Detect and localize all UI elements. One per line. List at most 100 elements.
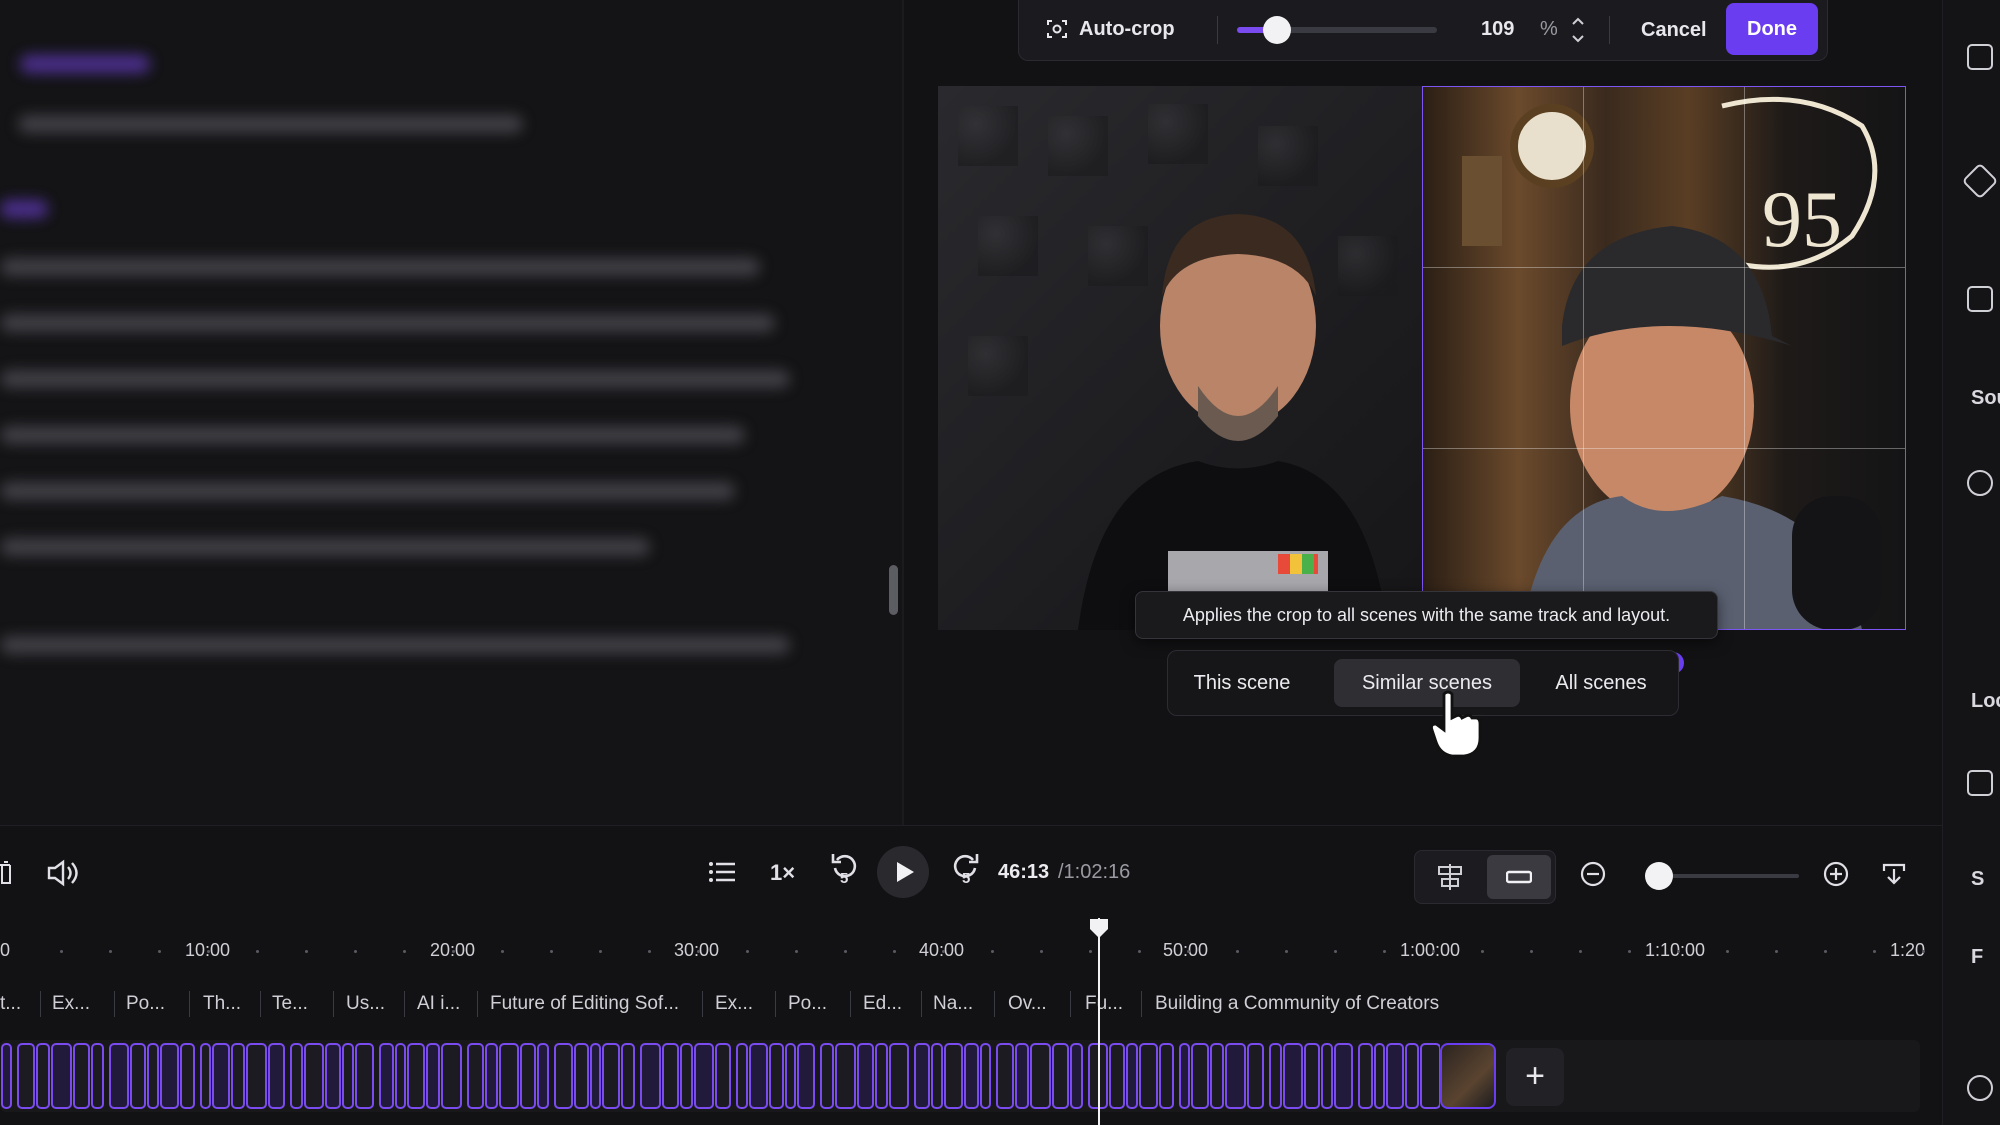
waveform-segment: [537, 1043, 549, 1109]
hand-cursor-icon: [1430, 690, 1482, 758]
waveform-segment: [1283, 1043, 1303, 1109]
ruler-dot: [991, 950, 994, 953]
waveform-segment: [715, 1043, 731, 1109]
left-camera-feed: [938, 86, 1422, 630]
chapter-label[interactable]: Future of Editing Sof...: [490, 993, 679, 1015]
waveform-segment: [379, 1043, 394, 1109]
ruler-dot: [795, 950, 798, 953]
waveform-segment: [231, 1043, 245, 1109]
ruler-dot: [403, 950, 406, 953]
playback-controls: 1× 5 5 46:13 /1:02:16: [0, 825, 1942, 921]
waveform-segment: [1179, 1043, 1190, 1109]
waveform-segment: [1321, 1043, 1333, 1109]
all-scenes-button[interactable]: All scenes: [1536, 659, 1666, 707]
timeline-zoom-slider[interactable]: [1645, 862, 1799, 890]
slider-knob[interactable]: [1263, 16, 1291, 44]
video-preview[interactable]: 95: [938, 86, 1906, 630]
toolbar-separator: [1217, 16, 1218, 44]
ruler-dot: [1922, 950, 1925, 953]
speed-button[interactable]: 1×: [770, 860, 795, 886]
waveform-segment: [996, 1043, 1014, 1109]
waveform-segment: [304, 1043, 324, 1109]
waveform-segment: [769, 1043, 784, 1109]
waveform-segment: [1420, 1043, 1440, 1109]
timeline-track[interactable]: +: [0, 1040, 1920, 1112]
chapter-label[interactable]: Us...: [346, 993, 385, 1015]
play-button[interactable]: [877, 846, 929, 898]
font-label: F: [1971, 946, 1984, 968]
zoom-in-icon[interactable]: [1823, 861, 1849, 887]
waveform-segment: [91, 1043, 104, 1109]
list-icon[interactable]: [709, 860, 735, 884]
cancel-button[interactable]: Cancel: [1627, 8, 1721, 52]
waveform-segment: [290, 1043, 303, 1109]
waveform-segment: [130, 1043, 146, 1109]
download-icon[interactable]: [1880, 861, 1908, 887]
resize-handle[interactable]: [889, 565, 898, 615]
chapter-label[interactable]: Te...: [272, 993, 308, 1015]
trash-icon[interactable]: [0, 860, 14, 886]
timeline-ruler[interactable]: 0 10:00 20:00 30:00 40:00 50:00 1:00:00 …: [0, 920, 1942, 985]
chapter-label[interactable]: Ex...: [715, 993, 753, 1015]
ruler-dot: [1383, 950, 1386, 953]
caption-icon[interactable]: [1967, 286, 1993, 312]
view-option-active[interactable]: [1487, 855, 1551, 899]
circle-icon[interactable]: [1967, 1075, 1993, 1101]
zoom-value[interactable]: 109: [1481, 18, 1514, 41]
align-icon[interactable]: [1437, 864, 1463, 890]
volume-icon[interactable]: [46, 859, 78, 887]
playhead-handle[interactable]: [1088, 917, 1110, 939]
waveform-segment: [875, 1043, 888, 1109]
chapter-label[interactable]: Po...: [788, 993, 827, 1015]
waveform-segment: [1386, 1043, 1404, 1109]
cut-icon[interactable]: [1967, 588, 1989, 610]
audio-waveform[interactable]: [0, 1040, 1440, 1112]
clip-thumbnail[interactable]: [1440, 1043, 1496, 1109]
chapter-label[interactable]: Ex...: [52, 993, 90, 1015]
waveform-segment: [857, 1043, 874, 1109]
chapter-label[interactable]: Po...: [126, 993, 165, 1015]
crop-frame[interactable]: [1422, 86, 1906, 630]
similar-scenes-button[interactable]: Similar scenes: [1334, 659, 1520, 707]
waveform-segment: [931, 1043, 943, 1109]
add-clip-button[interactable]: +: [1506, 1048, 1564, 1106]
waveform-segment: [621, 1043, 635, 1109]
chapter-label[interactable]: Ov...: [1008, 993, 1047, 1015]
waveform-segment: [426, 1043, 440, 1109]
crop-zoom-slider[interactable]: [1237, 16, 1437, 44]
ruler-dot: [1138, 950, 1141, 953]
timeline-zoom-knob[interactable]: [1645, 862, 1673, 890]
rewind-5-button[interactable]: 5: [830, 850, 860, 894]
chapter-label[interactable]: Fu...: [1085, 993, 1123, 1015]
ruler-tick: 1:00:00: [1400, 940, 1461, 960]
crop-toolbar: Auto-crop 109 % Cancel Done: [1018, 0, 1828, 61]
playhead[interactable]: [1098, 918, 1100, 1125]
diamond-icon[interactable]: [1961, 162, 1999, 200]
ruler-dot: [158, 950, 161, 953]
waveform-segment: [1247, 1043, 1264, 1109]
chapter-label[interactable]: Ed...: [863, 993, 902, 1015]
waveform-segment: [1, 1043, 12, 1109]
chapter-label[interactable]: AI i...: [417, 993, 460, 1015]
chapter-label[interactable]: Th...: [203, 993, 241, 1015]
forward-5-button[interactable]: 5: [950, 850, 980, 894]
zoom-stepper[interactable]: [1567, 12, 1589, 48]
chapter-label[interactable]: Na...: [933, 993, 973, 1015]
this-scene-button[interactable]: This scene: [1178, 659, 1306, 707]
ruler-dot: [1775, 950, 1778, 953]
layout-icon[interactable]: [1967, 44, 1993, 70]
frame-icon[interactable]: [1967, 770, 1993, 796]
person-left-silhouette: [1078, 214, 1388, 630]
chapter-label[interactable]: Building a Community of Creators: [1155, 993, 1439, 1015]
auto-crop-button[interactable]: Auto-crop: [1045, 12, 1175, 46]
chapter-label[interactable]: t...: [0, 993, 21, 1015]
view-toggle[interactable]: [1414, 850, 1556, 904]
waveform-segment: [662, 1043, 679, 1109]
done-button[interactable]: Done: [1726, 3, 1818, 55]
waveform-segment: [73, 1043, 90, 1109]
ruler-tick: 0: [0, 940, 11, 960]
ruler-dot: [1089, 950, 1092, 953]
hand-icon[interactable]: [1967, 470, 1993, 496]
waveform-segment: [694, 1043, 714, 1109]
zoom-out-icon[interactable]: [1580, 861, 1606, 887]
